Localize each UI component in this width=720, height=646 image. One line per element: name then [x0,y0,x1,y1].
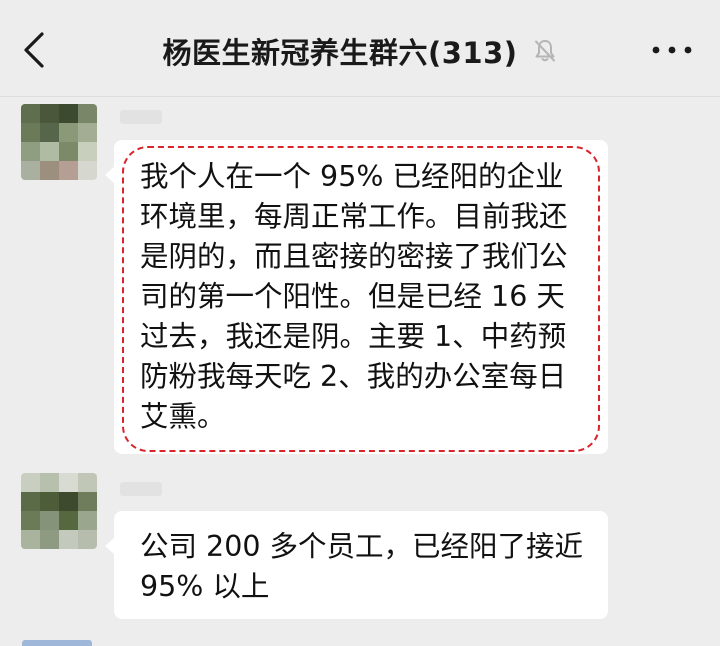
chat-header: 杨医生新冠养生群六(313) [0,0,720,97]
sender-name-blurred [120,110,162,124]
message-text: 公司 200 多个员工，已经阳了接近 95% 以上 [140,530,584,603]
message-bubble[interactable]: 公司 200 多个员工，已经阳了接近 95% 以上 [105,511,608,619]
message-bubble[interactable]: 我个人在一个 95% 已经阳的企业 环境里，每周正常工作。目前我还 是阴的，而且… [105,140,608,454]
chat-title: 杨医生新冠养生群六(313) [162,36,518,70]
bell-muted-icon [534,40,555,62]
chat-title-container: 杨医生新冠养生群六(313) [0,30,720,72]
more-dots-icon [652,46,692,54]
more-options-button[interactable] [650,38,694,62]
sender-avatar[interactable] [21,104,97,180]
sender-name-blurred [120,482,162,496]
message-text: 我个人在一个 95% 已经阳的企业 环境里，每周正常工作。目前我还 是阴的，而且… [140,160,568,433]
next-avatar-peek [22,640,92,646]
sender-avatar[interactable] [21,473,97,549]
